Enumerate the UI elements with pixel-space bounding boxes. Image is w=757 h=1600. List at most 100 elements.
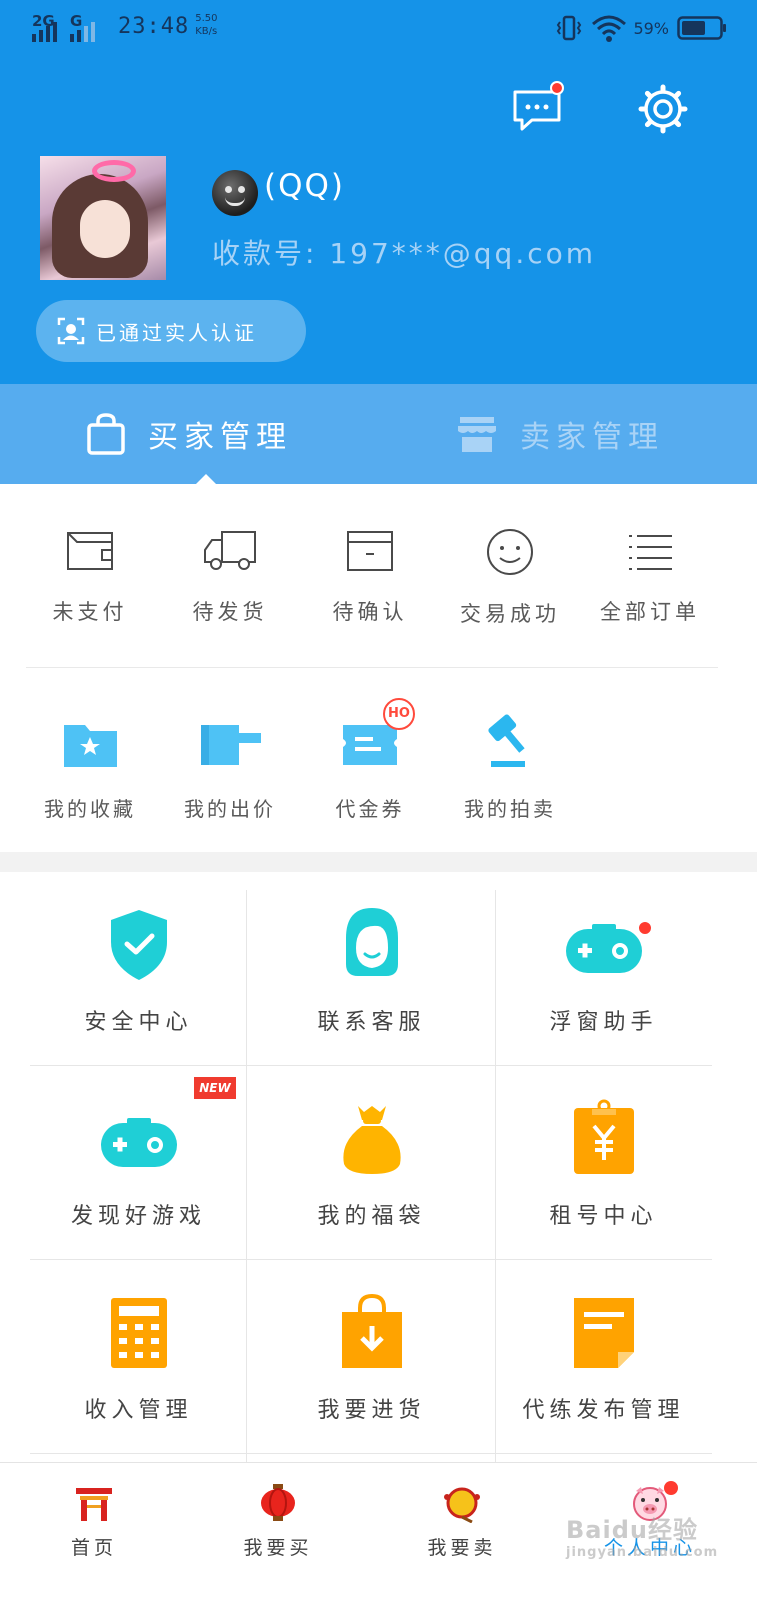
gavel-icon: [488, 714, 525, 767]
order-to-confirm[interactable]: 待确认: [300, 512, 440, 642]
wifi-icon: [592, 15, 627, 42]
my-bids[interactable]: 我的出价: [160, 695, 300, 825]
gamepad-icon: [565, 924, 642, 973]
battery-icon: [677, 16, 726, 40]
float-assistant[interactable]: 浮窗助手: [495, 872, 712, 1066]
smiley-emoji-icon: [212, 170, 258, 216]
truck-icon: [204, 531, 256, 570]
baidu-watermark: Baidu经验 jingyan.baidu.com: [566, 1510, 718, 1560]
message-unread-dot: [550, 81, 564, 95]
drum-icon: [444, 1487, 480, 1523]
nav-buy-label: 我要买: [243, 1537, 313, 1559]
stock-purchase-label: 我要进货: [317, 1398, 426, 1423]
tab-seller-management[interactable]: 卖家管理: [456, 384, 664, 484]
my-lucky-bag-label: 我的福袋: [317, 1204, 426, 1229]
watermark-sub: jingyan.baidu.com: [566, 1545, 719, 1560]
order-completed-label: 交易成功: [460, 602, 560, 626]
my-auctions[interactable]: 我的拍卖: [440, 695, 580, 825]
shopping-bag-icon: [87, 413, 125, 455]
stock-purchase[interactable]: 我要进货: [263, 1260, 480, 1454]
tab-buyer-management[interactable]: 买家管理: [86, 384, 292, 484]
star-folder-icon: [64, 725, 117, 767]
settings-gear-icon[interactable]: [638, 84, 688, 134]
assets-row: 我的收藏 我的出价 代金券 我的拍卖: [20, 695, 720, 835]
smile-icon: [487, 529, 533, 575]
profile-header: (QQ) 收款号: 197***@qq.com 已通过实人认证: [0, 58, 757, 384]
float-assistant-label: 浮窗助手: [549, 1010, 658, 1035]
tab-buyer-label: 买家管理: [148, 420, 292, 455]
boosting-publish-management-label: 代练发布管理: [522, 1398, 685, 1423]
order-unpaid[interactable]: 未支付: [20, 512, 160, 642]
contact-support[interactable]: 联系客服: [263, 872, 480, 1066]
security-center[interactable]: 安全中心: [30, 872, 247, 1066]
signal-icon: 2G: [32, 12, 66, 42]
bid-icon: [201, 725, 261, 765]
vouchers-label: 代金券: [335, 797, 405, 821]
avatar[interactable]: [40, 156, 166, 280]
list-icon: [629, 535, 672, 570]
nav-sell-label: 我要卖: [427, 1537, 497, 1559]
home-gate-icon: [76, 1488, 112, 1521]
speed-value: 5.50: [195, 13, 218, 24]
nav-sell[interactable]: 我要卖: [372, 1463, 552, 1600]
my-favorites[interactable]: 我的收藏: [20, 695, 160, 825]
battery-percent: 59%: [633, 18, 669, 38]
face-scan-icon: [57, 317, 85, 345]
rental-center-label: 租号中心: [549, 1204, 658, 1229]
order-completed[interactable]: 交易成功: [440, 512, 580, 642]
role-tabs: 买家管理 卖家管理: [0, 384, 757, 484]
store-icon: [458, 417, 496, 452]
active-tab-indicator: [196, 474, 216, 484]
order-status-row: 未支付 待发货 待确认 交易成功 全部订单: [20, 512, 720, 667]
divider: [26, 667, 718, 668]
note-icon: [573, 1298, 634, 1368]
tab-seller-label: 卖家管理: [520, 420, 664, 455]
speed-unit: KB/s: [195, 26, 218, 37]
nav-profile-dot: [664, 1481, 678, 1495]
verification-pill[interactable]: 已通过实人认证: [36, 300, 306, 362]
nav-home-label: 首页: [70, 1537, 117, 1559]
shopping-bag-icon: [341, 1293, 402, 1368]
my-auctions-label: 我的拍卖: [464, 797, 556, 821]
new-badge: NEW: [194, 1077, 236, 1099]
order-to-ship-label: 待发货: [192, 600, 268, 624]
clock: 23:48: [118, 14, 190, 39]
receiving-account: 收款号: 197***@qq.com: [212, 237, 597, 270]
security-center-label: 安全中心: [84, 1010, 193, 1035]
income-management-label: 收入管理: [84, 1398, 193, 1423]
vibrate-icon: [557, 15, 582, 41]
nav-home[interactable]: 首页: [4, 1463, 184, 1600]
nav-buy[interactable]: 我要买: [188, 1463, 368, 1600]
order-to-confirm-label: 待确认: [332, 600, 408, 624]
discover-games-label: 发现好游戏: [70, 1204, 206, 1229]
lantern-icon: [261, 1484, 295, 1521]
order-all[interactable]: 全部订单: [580, 512, 720, 642]
shield-icon: [110, 910, 167, 980]
lucky-bag-icon: [342, 1106, 401, 1174]
my-favorites-label: 我的收藏: [44, 797, 136, 821]
section-separator: [0, 852, 757, 872]
yuan-clipboard-icon: [573, 1099, 634, 1174]
verification-text: 已通过实人认证: [96, 320, 257, 345]
vouchers[interactable]: 代金券: [300, 695, 440, 825]
calculator-icon: [110, 1298, 167, 1368]
customer-service-icon: [345, 908, 398, 976]
my-bids-label: 我的出价: [184, 797, 276, 821]
order-to-ship[interactable]: 待发货: [160, 512, 300, 642]
my-lucky-bag[interactable]: 我的福袋: [263, 1066, 480, 1260]
boosting-publish-management[interactable]: 代练发布管理: [495, 1260, 712, 1454]
box-icon: [347, 531, 393, 571]
services-grid: 安全中心 联系客服 浮窗助手 发现好游戏 我的福袋 租号中心 收入管理 我要进货…: [30, 872, 712, 1462]
income-management[interactable]: 收入管理: [30, 1260, 247, 1454]
float-assistant-dot: [637, 920, 653, 936]
order-all-label: 全部订单: [600, 600, 700, 624]
contact-support-label: 联系客服: [317, 1010, 426, 1035]
watermark-text: Baidu经验: [566, 1516, 698, 1544]
rental-center[interactable]: 租号中心: [495, 1066, 712, 1260]
signal-icon: G: [70, 12, 104, 42]
voucher-hot-badge: HO: [383, 698, 415, 730]
nickname: (QQ): [264, 168, 345, 204]
wallet-icon: [67, 532, 113, 570]
order-unpaid-label: 未支付: [52, 600, 128, 624]
gamepad-icon: [100, 1118, 177, 1167]
